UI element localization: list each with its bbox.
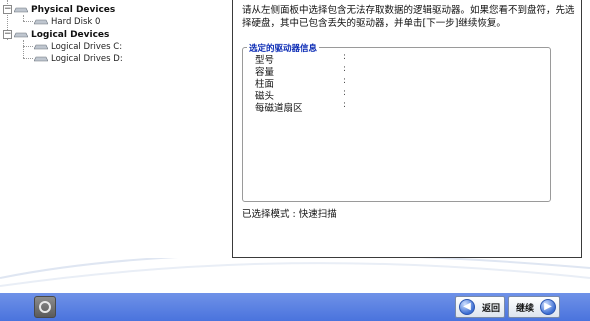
continue-button[interactable]: 继续 ▶ xyxy=(508,296,560,318)
logical-drive-icon xyxy=(34,44,48,49)
arrow-right-icon: ▶ xyxy=(540,299,557,315)
arrow-left-icon: ◀ xyxy=(459,299,475,315)
field-cylinders-sep: : xyxy=(343,76,347,86)
device-tree-panel[interactable]: − Physical Devices Hard Disk 0 − Logical… xyxy=(0,0,232,258)
tree-label: Logical Devices xyxy=(31,29,110,40)
field-sectors-sep: : xyxy=(343,100,347,110)
tree-label: Hard Disk 0 xyxy=(51,16,101,27)
tree-item-hard-disk[interactable]: Hard Disk 0 xyxy=(34,15,100,28)
selected-mode-text: 已选择模式 : 快速扫描 xyxy=(242,209,337,220)
field-model-sep: : xyxy=(343,52,347,62)
logical-drive-icon xyxy=(34,56,48,61)
tree-connector xyxy=(23,21,33,22)
help-button[interactable] xyxy=(34,296,56,318)
tree-connector xyxy=(23,40,24,58)
tree-label: Physical Devices xyxy=(31,4,116,15)
tree-label: Logical Drives C: xyxy=(51,41,123,52)
field-heads-sep: : xyxy=(343,88,347,98)
instructions-text: 请从左侧面板中选择包含无法存取数据的逻辑驱动器。如果您看不到盘符，先选择硬盘，其… xyxy=(242,5,575,29)
back-button[interactable]: ◀ 返回 xyxy=(455,296,505,318)
drive-icon xyxy=(14,7,28,12)
field-sectors-label: 每磁道扇区 xyxy=(255,103,303,114)
tree-connector xyxy=(23,46,33,47)
back-button-label: 返回 xyxy=(482,303,501,314)
bottom-toolbar: ◀ 返回 继续 ▶ xyxy=(0,293,590,321)
tree-connector xyxy=(23,58,33,59)
tree-item-drive-d[interactable]: Logical Drives D: xyxy=(34,52,123,65)
drive-icon xyxy=(14,32,28,37)
collapse-icon[interactable]: − xyxy=(3,5,12,14)
collapse-icon[interactable]: − xyxy=(3,30,12,39)
field-capacity-sep: : xyxy=(343,64,347,74)
hard-disk-icon xyxy=(34,19,48,24)
drive-info-panel: 请从左侧面板中选择包含无法存取数据的逻辑驱动器。如果您看不到盘符，先选择硬盘，其… xyxy=(232,0,582,258)
help-ring-icon xyxy=(39,301,51,313)
continue-button-label: 继续 xyxy=(516,303,535,314)
tree-label: Logical Drives D: xyxy=(51,53,123,64)
selected-drive-info-group xyxy=(242,47,551,202)
